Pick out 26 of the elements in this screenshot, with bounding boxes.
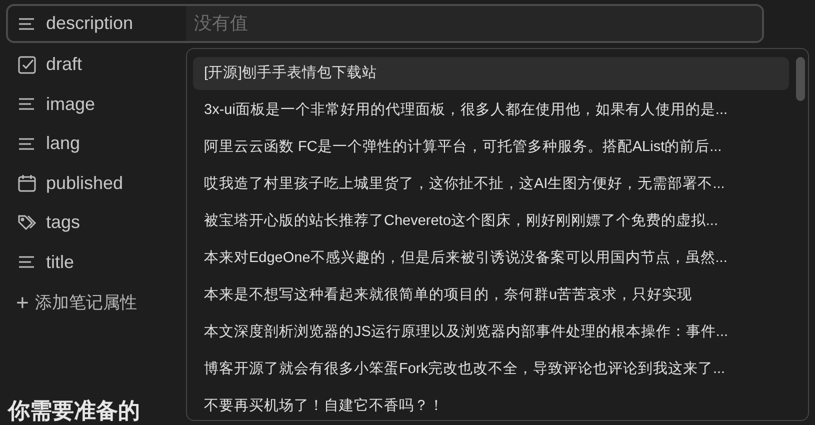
property-name[interactable]: lang [46,130,186,158]
property-name[interactable]: tags [46,209,186,236]
suggestion-item[interactable]: 本文深度剖析浏览器的JS运行原理以及浏览器内部事件处理的根本操作：事件... [193,316,789,349]
suggestion-item[interactable]: [开源]刨手手表情包下载站 [193,57,789,90]
suggestion-item[interactable]: 阿里云云函数 FC是一个弹性的计算平台，可托管多种服务。搭配AList的前后... [193,131,789,164]
calendar-icon [17,173,37,194]
suggestion-item[interactable]: 博客开源了就会有很多小笨蛋Fork完改也改不全，导致评论也评论到我这来了... [193,353,789,386]
property-name[interactable]: published [46,170,186,197]
tag-icon [17,212,37,233]
suggestion-item[interactable]: 不要再买机场了！自建它不香吗？！ [193,390,789,423]
property-name[interactable]: title [46,248,186,276]
value-field[interactable]: 没有值 [186,6,762,41]
property-name[interactable]: description [46,10,186,37]
suggestion-item[interactable]: 本来是不想写这种看起来就很简单的项目的，奈何群u苦苦哀求，只好实现 [193,279,789,312]
suggestion-item[interactable]: 被宝塔开心版的站长推荐了Chevereto这个图床，刚好刚刚嫖了个免费的虚拟... [193,205,789,238]
property-name[interactable]: draft [46,51,186,78]
suggestion-item[interactable]: 3x-ui面板是一个非常好用的代理面板，很多人都在使用他，如果有人使用的是... [193,94,789,127]
plus-icon[interactable]: + [16,292,29,314]
add-property-link[interactable]: 添加笔记属性 [34,290,137,316]
heading: 你需要准备的 [8,398,140,424]
property-name[interactable]: image [46,90,186,118]
scrollbar[interactable] [796,57,805,101]
suggestion-item[interactable]: 哎我造了村里孩子吃上城里货了，这你扯不扯，这AI生图方便好，无需部署不... [193,168,789,201]
property-row[interactable]: description 没有值 [6,4,764,43]
suggestion-item[interactable]: 本来对EdgeOne不感兴趣的，但是后来被引诱说没备案可以用国内节点，虽然... [193,242,789,275]
checkbox-icon [17,54,37,75]
